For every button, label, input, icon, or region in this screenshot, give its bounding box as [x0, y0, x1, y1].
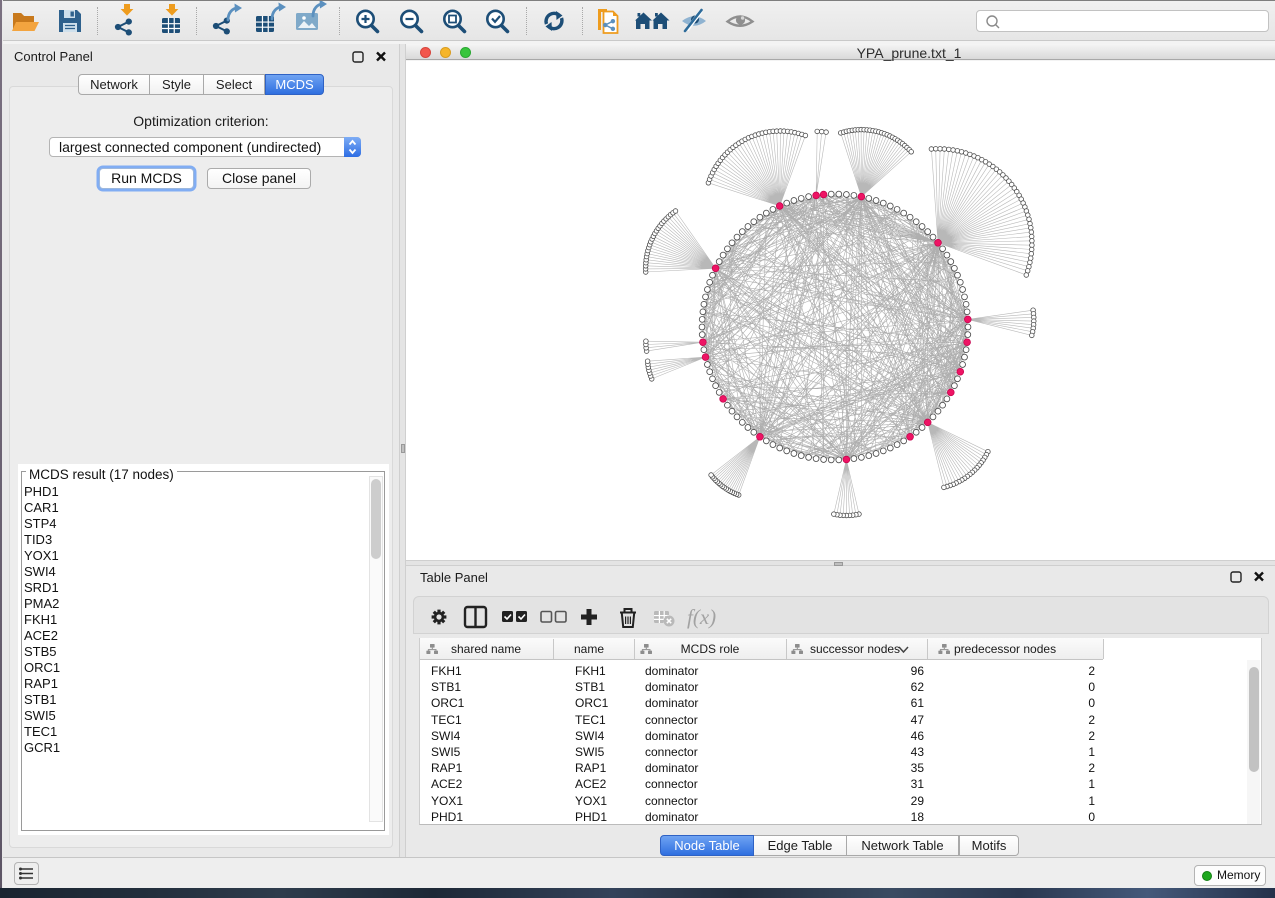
svg-text:f(x): f(x) [687, 605, 716, 629]
